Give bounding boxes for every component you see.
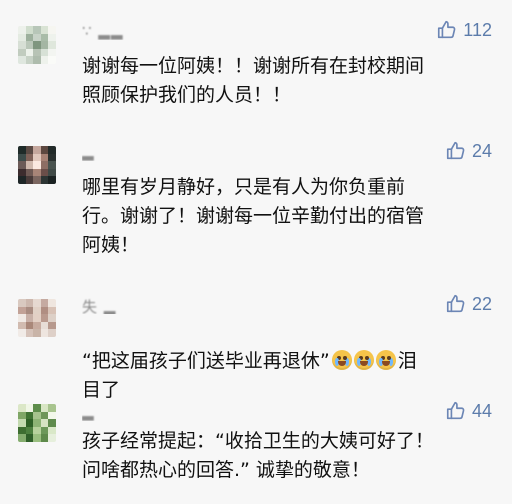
like-button[interactable]: 24 [445, 139, 492, 163]
username: ▂ [82, 403, 95, 421]
comment-list: ∵ ▂▂ 112 谢谢每一位阿姨！！谢谢所有在封校期间 照顾保护我们的人员！！ … [0, 0, 512, 504]
comment-text: 谢谢每一位阿姨！！谢谢所有在封校期间 照顾保护我们的人员！！ [82, 55, 425, 106]
like-count: 112 [463, 20, 492, 40]
username: ∵ ▂▂ [82, 22, 124, 40]
crying-face-emoji-group [331, 350, 396, 370]
comment-item: ▂ 24 哪里有岁月静好，只是有人为你负重前 行。谢谢了！谢谢每一位辛勤付出的宿… [0, 139, 512, 261]
comment-item: 失 ▂ 22 “把这届孩子们送毕业再退休” 泪 目了 [0, 292, 512, 401]
avatar [18, 404, 56, 442]
thumbs-up-icon [445, 400, 467, 422]
thumbs-up-icon [445, 293, 467, 315]
crying-face-icon [353, 350, 374, 370]
avatar [18, 146, 56, 184]
comment-text: “把这届孩子们送毕业再退休” 泪 目了 [82, 318, 492, 405]
thumbs-up-icon [445, 140, 467, 162]
avatar [18, 299, 56, 337]
like-button[interactable]: 44 [445, 399, 492, 423]
avatar [18, 26, 56, 64]
comment-text: 孩子经常提起：“收拾卫生的大姨可好了！ 问啥都热心的回答.” 诚挚的敬意！ [82, 430, 434, 481]
like-button[interactable]: 112 [436, 18, 492, 42]
crying-face-icon [331, 350, 352, 370]
crying-face-icon [375, 350, 396, 370]
comment-text: 哪里有岁月静好，只是有人为你负重前 行。谢谢了！谢谢每一位辛勤付出的宿管 阿姨！ [82, 176, 425, 256]
comment-text-prefix: “把这届孩子们送毕业再退休” [82, 350, 330, 372]
like-count: 22 [471, 294, 492, 314]
comment-item: ∵ ▂▂ 112 谢谢每一位阿姨！！谢谢所有在封校期间 照顾保护我们的人员！！ [0, 18, 512, 110]
username: ▂ [82, 143, 95, 161]
username: 失 ▂ [82, 298, 117, 314]
like-button[interactable]: 22 [445, 292, 492, 316]
like-count: 44 [471, 401, 492, 421]
like-count: 24 [471, 141, 492, 161]
thumbs-up-icon [436, 19, 458, 41]
comment-item: ▂ 44 孩子经常提起：“收拾卫生的大姨可好了！ 问啥都热心的回答.” 诚挚的敬… [0, 399, 512, 495]
